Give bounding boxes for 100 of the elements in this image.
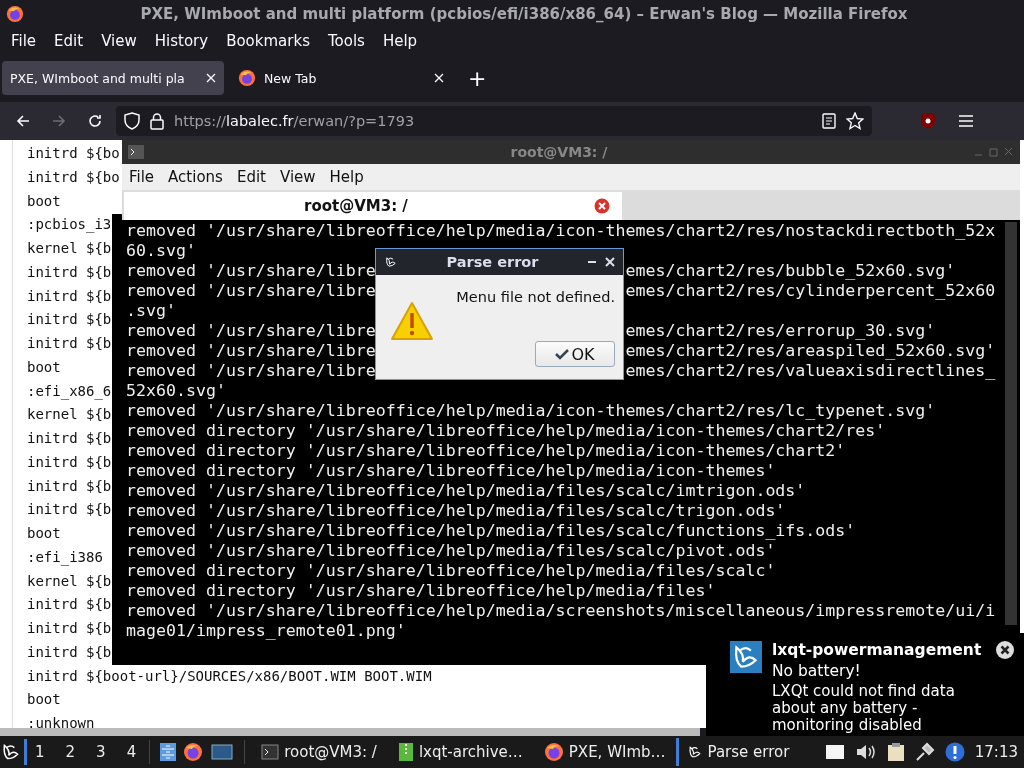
terminal-icon [128,145,144,159]
menu-item[interactable]: Edit [45,32,93,50]
code-line: initrd ${bo [27,167,120,187]
close-icon[interactable] [605,257,615,267]
info-icon[interactable] [944,742,965,762]
terminal-line: emes/chart2/res/areaspiled_52x60.svg' [625,341,996,361]
notification-summary: No battery! [772,662,862,680]
clock[interactable]: 17:13 [974,743,1018,761]
ok-button[interactable]: OK [535,341,615,367]
terminal-line: 52x60.svg' [126,381,226,401]
shield-extension-icon[interactable] [920,112,936,130]
menu-item[interactable]: Bookmarks [217,32,319,50]
browser-tab[interactable]: PXE, WImboot and multi pla [2,61,224,95]
code-line: initrd ${b [27,595,112,615]
menu-item[interactable]: Edit [229,168,273,186]
firefox-icon[interactable] [183,742,204,762]
code-line: initrd ${b [27,642,112,662]
scrollbar[interactable] [1005,222,1017,625]
menu-item[interactable]: View [92,32,146,50]
terminal-line: removed '/usr/share/libreoffice/help/media/files/scalc/trigon.ods' [126,501,786,521]
shield-icon[interactable] [124,112,140,130]
terminal-line: emes/chart2/res/cylinderpercent_52x60 [625,281,996,301]
terminal-line: removed directory '/usr/share/libreoffice/help/media/files' [126,581,716,601]
code-line: kernel ${b [27,239,112,258]
desktop-switch[interactable]: 3 [85,739,114,765]
terminal-line: removed '/usr/share/libre [126,341,376,361]
code-line: initrd ${boot-url}/SOURCES/x86/BOOT.WIM BOOT.WIM [27,666,432,686]
speaker-icon[interactable] [854,742,877,762]
browser-tab[interactable]: New Tab [230,61,452,95]
menu-item[interactable]: File [122,168,162,186]
menu-icon[interactable] [958,114,974,128]
monitor-icon[interactable] [211,744,234,760]
terminal-line: removed '/usr/share/libre [126,361,376,381]
bird-icon [686,744,703,760]
code-line: initrd ${b [27,476,112,496]
menu-item[interactable]: Help [322,168,371,186]
code-line: initrd ${b [27,262,112,282]
notification-body: LXQt could not find data about any battery - monitoring disabled [772,683,956,734]
code-line: boot [27,191,61,211]
code-line: kernel ${b [27,571,112,591]
terminal-line: removed '/usr/share/libre [126,261,376,281]
menu-item[interactable]: Help [373,32,427,50]
menu-item[interactable]: Tools [318,32,374,50]
terminal-line: .svg' [126,301,176,321]
desktop-switch[interactable]: 4 [115,739,145,765]
star-icon[interactable] [846,112,864,130]
terminal-line: removed '/usr/share/libreoffice/help/media/files/scalc/imtrigon.ods' [126,481,806,501]
window-controls-icon[interactable] [974,147,1014,157]
code-line: initrd ${b [27,500,112,520]
terminal-line: emes/chart2/res/valueaxisdirectlines_ [625,361,996,381]
reader-view-icon[interactable] [822,113,836,129]
terminal-line: removed directory '/usr/share/libreoffice/help/media/icon-themes/chart2/res' [126,421,886,441]
menu-item[interactable]: View [272,168,323,186]
menu-item[interactable]: File [2,32,46,50]
terminal-line: 60.svg' [126,241,196,261]
lock-icon[interactable] [150,112,164,130]
close-icon[interactable] [996,641,1014,659]
code-line: initrd ${b [27,452,112,472]
check-icon [555,348,570,360]
menu-item[interactable]: History [145,32,218,50]
firefox-icon[interactable] [6,5,24,23]
right-arrow-icon [51,113,67,129]
notification-title: lxqt-powermanagement [772,641,983,659]
desktop-switch[interactable]: 2 [54,739,84,765]
code-line: initrd ${b [27,286,112,306]
code-line: initrd ${b [27,334,112,353]
bird-icon [384,255,398,269]
taskbar-button[interactable]: PXE, WImb… [532,738,674,766]
dialog-title: Parse error [445,254,540,270]
scrollbar[interactable] [0,728,700,736]
reload-icon [87,113,103,129]
warning-icon [390,301,434,341]
clipboard-icon[interactable] [886,742,905,762]
window-title: root@VM3: / [509,144,609,160]
new-tab-button[interactable]: + [458,65,497,91]
screen-icon[interactable] [824,744,845,760]
terminal-line: emes/chart2/res/errorup_30.svg' [625,321,936,341]
terminal-tab[interactable]: root@VM3: / [124,192,622,220]
terminal-line: removed '/usr/share/libreoffice/help/media/files/scalc/functions_ifs.ods' [126,521,856,541]
taskbar-button[interactable]: lxqt-archive… [386,738,531,766]
terminal-line: removed '/usr/share/libreoffice/help/media/icon-themes/chart2/res/lc_typenet.svg' [126,401,936,421]
terminal-line: emes/chart2/res/bubble_52x60.svg' [625,261,956,281]
firefox-icon[interactable] [543,742,564,762]
code-line: boot [27,357,61,377]
taskbar-button[interactable]: root@VM3: / [250,738,385,766]
file-manager-icon[interactable] [159,742,178,762]
code-line: :pcbios_i3 [27,215,112,235]
terminal-line: removed '/usr/share/libreoffice/help/media/icon-themes/chart2/res/nostackdirectboth_52x [126,221,996,241]
archive-icon [397,742,414,762]
taskbar-button[interactable]: Parse error [675,738,798,766]
desktop-switch[interactable]: 1 [24,739,53,765]
code-line: boot [27,690,61,710]
terminal-line: removed '/usr/share/libreoffice/help/media/screenshots/miscellaneous/impressremote/ui/i [126,601,996,621]
url-field[interactable]: https://labalec.fr/erwan/?p=1793 [116,106,872,136]
terminal-line: removed '/usr/share/libreoffice/help/media/files/scalc/pivot.ods' [126,541,776,561]
dialog-message: Menu file not defined. [456,288,615,305]
terminal-line: removed directory '/usr/share/libreoffice/help/media/icon-themes/chart2' [126,441,846,461]
menu-item[interactable]: Actions [161,168,230,186]
firefox-icon[interactable] [238,69,256,87]
code-line: initrd ${b [27,429,112,448]
